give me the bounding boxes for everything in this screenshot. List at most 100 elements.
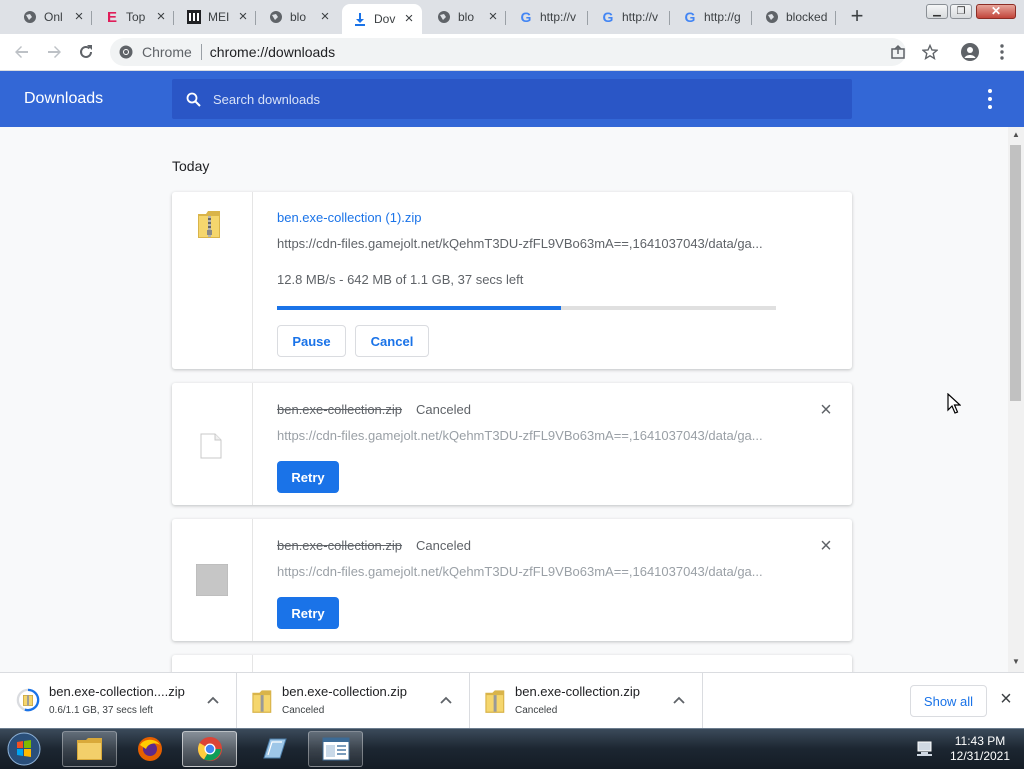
window-close-button[interactable]: ✕ [976,2,1016,20]
tab-8[interactable]: G http://g [672,4,752,30]
zip-folder-icon [198,211,220,238]
tab-3[interactable]: blo × [258,4,338,30]
cancel-button[interactable]: Cancel [355,325,429,357]
taskbar-chrome[interactable] [182,731,237,767]
download-status: Canceled [416,402,471,417]
taskbar-explorer[interactable] [62,731,117,767]
globe-icon [268,9,284,25]
chrome-logo-icon [119,45,133,59]
clock-time: 11:43 PM [954,734,1006,748]
zip-folder-progress-icon [16,688,40,712]
address-bar[interactable]: Chrome chrome://downloads [110,38,906,66]
taskbar-notepad[interactable] [246,731,301,767]
download-progress-text: 12.8 MB/s - 642 MB of 1.1 GB, 37 secs le… [277,272,524,287]
chrome-icon [197,737,222,761]
chevron-up-icon[interactable] [439,693,453,707]
tab-close-icon[interactable]: × [486,9,500,24]
forward-button[interactable] [44,42,64,62]
window-icon [322,737,349,761]
notepad-icon [262,738,287,759]
tab-5[interactable]: blo × [426,4,506,30]
tab-4[interactable]: Dov × [342,4,422,34]
page-scrollbar[interactable]: ▲ ▼ [1008,127,1024,672]
chevron-up-icon[interactable] [206,693,220,707]
download-item-canceled: ben.exe-collection.zip Canceled × https:… [172,519,852,641]
remove-from-list-button[interactable]: × [818,536,834,556]
close-icon: ✕ [976,3,1016,19]
tab-label: MEI [208,10,230,24]
remove-from-list-button[interactable]: × [818,400,834,420]
tab-label: http://g [704,10,741,24]
reload-button[interactable] [76,42,96,62]
download-item-in-progress: ben.exe-collection (1).zip https://cdn-f… [172,192,852,369]
new-tab-button[interactable]: + [846,5,868,28]
downloads-menu-button[interactable] [986,89,994,109]
tab-1[interactable]: E Top × [94,4,174,30]
tab-close-icon[interactable]: × [318,9,332,24]
page-title: Downloads [24,90,104,107]
start-button[interactable] [4,730,44,768]
download-source-url[interactable]: https://cdn-files.gamejolt.net/kQehmT3DU… [277,564,763,579]
shelf-filename: ben.exe-collection....zip [49,684,185,699]
taskbar-firefox[interactable] [122,731,177,767]
pause-button[interactable]: Pause [277,325,346,357]
scroll-down-arrow-icon[interactable]: ▼ [1011,657,1021,667]
browser-toolbar: Chrome chrome://downloads [0,34,1024,71]
explorer-icon [76,738,102,760]
zip-folder-icon [252,690,272,713]
share-icon[interactable] [890,44,906,60]
chevron-up-icon[interactable] [672,693,686,707]
downloads-header: Downloads Search downloads [0,71,1024,127]
scroll-up-arrow-icon[interactable]: ▲ [1011,130,1021,140]
profile-button[interactable] [960,42,980,62]
search-icon [186,92,201,107]
tab-2[interactable]: MEI × [176,4,256,30]
network-icon[interactable] [916,741,934,757]
download-filename: ben.exe-collection.zip [277,402,403,417]
firefox-icon [137,737,162,761]
download-source-url[interactable]: https://cdn-files.gamejolt.net/kQehmT3DU… [277,236,763,251]
tab-close-icon[interactable]: × [72,9,86,24]
retry-button[interactable]: Retry [277,461,339,493]
star-icon [922,44,938,60]
shelf-item-0[interactable]: ben.exe-collection....zip 0.6/1.1 GB, 37… [0,673,237,729]
tab-label: blocked [786,10,828,24]
search-downloads-input[interactable]: Search downloads [172,79,852,119]
retry-button[interactable]: Retry [277,597,339,629]
browser-menu-button[interactable] [992,42,1012,62]
taskbar-clock[interactable]: 11:43 PM 12/31/2021 [940,734,1020,764]
download-filename-link[interactable]: ben.exe-collection (1).zip [277,210,422,225]
back-button[interactable] [12,42,32,62]
tab-label: blo [458,10,475,24]
blank-file-icon [200,433,222,459]
google-g-icon: G [520,9,532,25]
tab-label: Dov [374,12,396,26]
date-section-label: Today [172,158,210,174]
tab-0[interactable]: Onl × [12,4,92,30]
tab-9[interactable]: blocked [754,4,836,30]
tab-close-icon[interactable]: × [402,11,416,26]
tab-close-icon[interactable]: × [236,9,250,24]
download-filename: ben.exe-collection.zip [277,538,403,553]
taskbar-window[interactable] [308,731,363,767]
restore-button[interactable]: ❐ [950,2,972,20]
download-icon [352,11,368,27]
close-shelf-icon[interactable]: × [998,689,1014,709]
shelf-filename: ben.exe-collection.zip [282,684,408,699]
show-all-button[interactable]: Show all [910,685,987,717]
tab-6[interactable]: G http://v [508,4,588,30]
shelf-item-2[interactable]: ben.exe-collection.zip Canceled [470,673,703,729]
search-placeholder: Search downloads [213,91,320,107]
scrollbar-thumb[interactable] [1010,145,1021,401]
gray-square-icon [196,564,228,596]
minimize-button[interactable]: ▁ [926,2,948,20]
reload-icon [80,45,92,58]
url-text[interactable]: chrome://downloads [210,44,335,60]
tab-close-icon[interactable]: × [154,9,168,24]
tab-label: Onl [44,10,63,24]
shelf-item-1[interactable]: ben.exe-collection.zip Canceled [237,673,470,729]
download-source-url[interactable]: https://cdn-files.gamejolt.net/kQehmT3DU… [277,428,763,443]
progress-fill [277,306,562,310]
bookmark-star-button[interactable] [920,42,940,62]
tab-7[interactable]: G http://v [590,4,670,30]
